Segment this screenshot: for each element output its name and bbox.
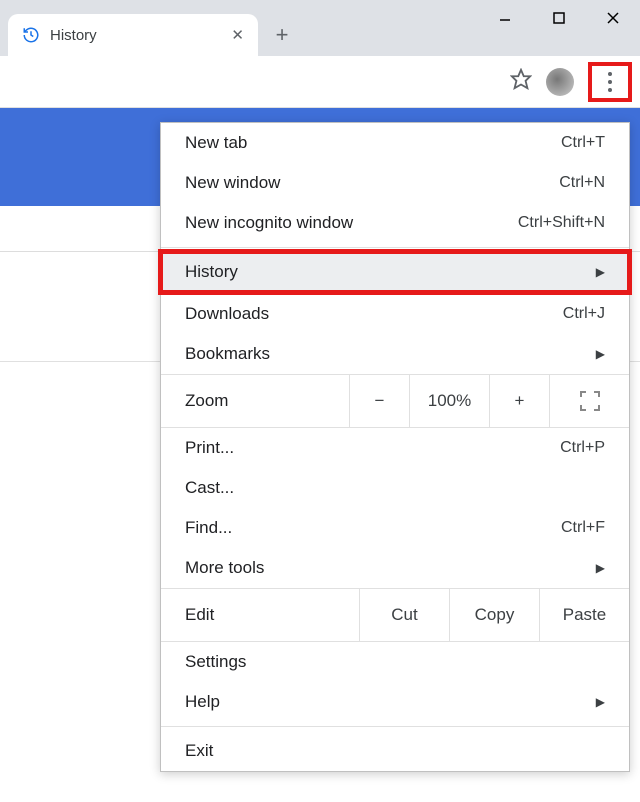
zoom-in-button[interactable]: +	[489, 375, 549, 427]
chevron-right-icon: ▶	[596, 265, 605, 279]
menu-label: New tab	[185, 133, 561, 153]
menu-item-exit[interactable]: Exit	[161, 731, 629, 771]
menu-label: History	[185, 262, 596, 282]
titlebar: History ✕ +	[0, 0, 640, 56]
edit-label: Edit	[161, 605, 359, 625]
menu-label: Cast...	[185, 478, 605, 498]
menu-label: Print...	[185, 438, 560, 458]
zoom-label: Zoom	[161, 391, 349, 411]
chevron-right-icon: ▶	[596, 347, 605, 361]
zoom-value: 100%	[409, 375, 489, 427]
browser-tab[interactable]: History ✕	[8, 14, 258, 56]
menu-label: Bookmarks	[185, 344, 596, 364]
tab-close-icon[interactable]: ✕	[231, 26, 244, 44]
menu-button-highlight	[588, 62, 632, 102]
menu-button[interactable]	[592, 66, 628, 98]
menu-shortcut: Ctrl+J	[563, 305, 605, 323]
menu-item-cast[interactable]: Cast...	[161, 468, 629, 508]
menu-label: Help	[185, 692, 596, 712]
close-window-button[interactable]	[586, 0, 640, 36]
minimize-button[interactable]	[478, 0, 532, 36]
chevron-right-icon: ▶	[596, 695, 605, 709]
history-icon	[22, 26, 40, 44]
menu-item-history[interactable]: History ▶	[161, 252, 629, 292]
fullscreen-button[interactable]	[549, 375, 629, 427]
menu-label: New incognito window	[185, 213, 518, 233]
menu-separator	[161, 247, 629, 248]
menu-separator	[161, 726, 629, 727]
toolbar	[0, 56, 640, 108]
menu-item-zoom: Zoom − 100% +	[161, 374, 629, 428]
zoom-out-button[interactable]: −	[349, 375, 409, 427]
window-controls	[478, 0, 640, 36]
menu-item-print[interactable]: Print... Ctrl+P	[161, 428, 629, 468]
main-menu-dropdown: New tab Ctrl+T New window Ctrl+N New inc…	[160, 122, 630, 772]
menu-shortcut: Ctrl+P	[560, 439, 605, 457]
menu-item-new-tab[interactable]: New tab Ctrl+T	[161, 123, 629, 163]
menu-item-new-window[interactable]: New window Ctrl+N	[161, 163, 629, 203]
menu-shortcut: Ctrl+F	[561, 519, 605, 537]
profile-avatar[interactable]	[546, 68, 574, 96]
menu-item-find[interactable]: Find... Ctrl+F	[161, 508, 629, 548]
cut-button[interactable]: Cut	[359, 589, 449, 641]
menu-item-bookmarks[interactable]: Bookmarks ▶	[161, 334, 629, 374]
menu-item-edit: Edit Cut Copy Paste	[161, 588, 629, 642]
new-tab-button[interactable]: +	[264, 17, 300, 53]
copy-button[interactable]: Copy	[449, 589, 539, 641]
menu-item-settings[interactable]: Settings	[161, 642, 629, 682]
bookmark-star-icon[interactable]	[510, 68, 532, 95]
menu-label: Find...	[185, 518, 561, 538]
menu-item-help[interactable]: Help ▶	[161, 682, 629, 722]
menu-label: Settings	[185, 652, 605, 672]
menu-label: More tools	[185, 558, 596, 578]
maximize-button[interactable]	[532, 0, 586, 36]
paste-button[interactable]: Paste	[539, 589, 629, 641]
menu-label: Downloads	[185, 304, 563, 324]
menu-shortcut: Ctrl+Shift+N	[518, 214, 605, 232]
menu-shortcut: Ctrl+T	[561, 134, 605, 152]
menu-item-more-tools[interactable]: More tools ▶	[161, 548, 629, 588]
menu-item-downloads[interactable]: Downloads Ctrl+J	[161, 294, 629, 334]
menu-label: Exit	[185, 741, 605, 761]
menu-item-new-incognito[interactable]: New incognito window Ctrl+Shift+N	[161, 203, 629, 243]
menu-label: New window	[185, 173, 559, 193]
chevron-right-icon: ▶	[596, 561, 605, 575]
tab-title: History	[50, 27, 221, 44]
menu-shortcut: Ctrl+N	[559, 174, 605, 192]
fullscreen-icon	[580, 391, 600, 411]
